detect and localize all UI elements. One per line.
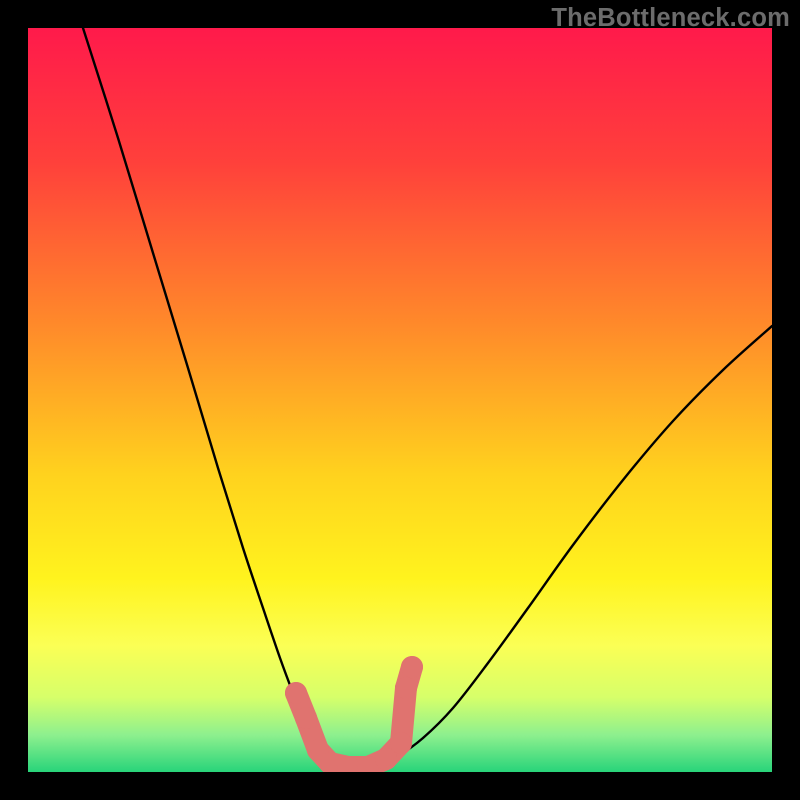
chart-svg xyxy=(28,28,772,772)
marker-point xyxy=(401,656,423,678)
plot-area xyxy=(28,28,772,772)
marker-point xyxy=(295,707,317,729)
marker-point xyxy=(375,748,397,770)
gradient-background xyxy=(28,28,772,772)
marker-point xyxy=(395,677,417,699)
chart-frame: TheBottleneck.com xyxy=(0,0,800,800)
marker-point xyxy=(285,682,307,704)
marker-point xyxy=(390,732,412,754)
